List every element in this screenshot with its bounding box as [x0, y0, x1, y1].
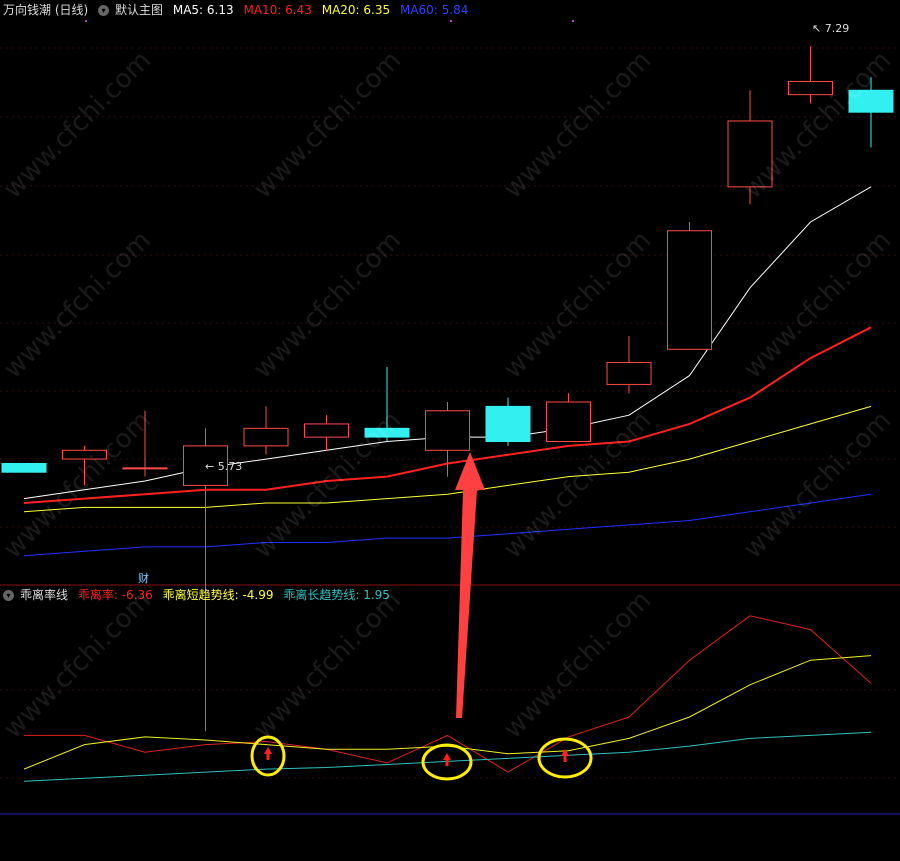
ma20-value: MA20: 6.35	[321, 3, 391, 17]
bias-line	[23, 655, 872, 770]
low-price-value: 5.73	[217, 460, 243, 473]
stock-name[interactable]: 万向钱潮 (日线)	[3, 3, 88, 17]
short-trend-value: 乖离短趋势线: -4.99	[162, 588, 274, 602]
candle-body	[485, 405, 531, 442]
candle-body	[727, 120, 773, 188]
candle-body	[1, 462, 47, 473]
event-mark	[572, 20, 574, 22]
candle-body	[304, 423, 349, 438]
main-chart-header: 万向钱潮 (日线) ▾ 默认主图 MA5: 6.13 MA10: 6.43 MA2…	[3, 1, 474, 19]
ma-line	[23, 493, 872, 557]
indicator-name[interactable]: 乖离率线	[20, 588, 68, 602]
bias-line	[24, 615, 872, 773]
high-price-value: 7.29	[824, 22, 850, 35]
finance-mark[interactable]: 财	[138, 570, 149, 586]
low-price-label: ← 5.73	[205, 460, 243, 473]
candle-body	[243, 427, 289, 447]
candle-body	[546, 401, 591, 442]
signal-arrow-icon	[443, 753, 451, 766]
chart-canvas[interactable]	[0, 0, 900, 861]
ma5-value: MA5: 6.13	[172, 3, 234, 17]
ma60-value: MA60: 5.84	[399, 3, 469, 17]
bias-value: 乖离率: -6.36	[77, 588, 153, 602]
candle-body	[122, 467, 168, 470]
long-trend-value: 乖离长趋势线: 1.95	[283, 588, 390, 602]
signal-arrow-icon	[264, 747, 272, 760]
candle-body	[667, 230, 712, 350]
candle-body	[606, 361, 652, 385]
indicator-header: ▾ 乖离率线 乖离率: -6.36 乖离短趋势线: -4.99 乖离长趋势线: 1…	[3, 586, 396, 604]
main-chart-label[interactable]: 默认主图	[115, 3, 163, 17]
candle-body	[425, 410, 470, 451]
indicator-dropdown-icon[interactable]: ▾	[3, 590, 14, 601]
main-chart-dropdown-icon[interactable]: ▾	[98, 5, 110, 16]
event-mark	[85, 20, 87, 22]
candle-body	[62, 449, 107, 460]
event-mark	[450, 20, 452, 22]
candle-body	[848, 89, 894, 113]
high-price-label: ↖ 7.29	[812, 22, 850, 35]
candle-body	[788, 80, 833, 96]
candle-body	[364, 427, 410, 438]
ma10-value: MA10: 6.43	[243, 3, 312, 17]
